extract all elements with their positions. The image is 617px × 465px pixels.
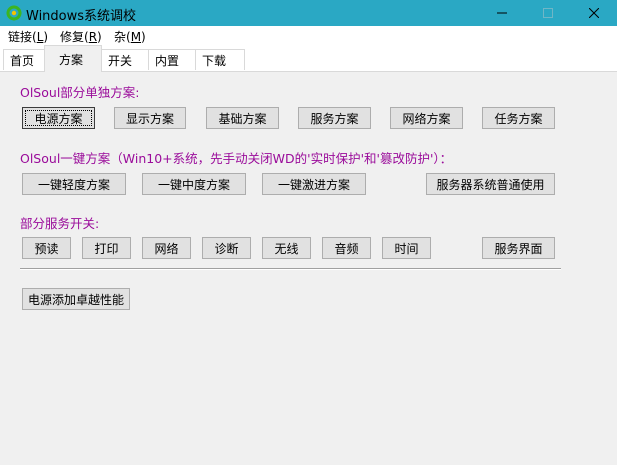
time-button[interactable]: 时间	[382, 237, 431, 259]
network-button[interactable]: 网络	[142, 237, 191, 259]
audio-label: 音频	[334, 241, 359, 256]
app-window: Windows系统调校 链接(L) 修复(R) 杂(M) 首页 方案 开关 内置…	[0, 0, 617, 465]
wireless-button[interactable]: 无线	[262, 237, 311, 259]
menu-links-tail: )	[43, 30, 49, 44]
menu-links-label: 链接(	[8, 30, 37, 44]
minimize-button[interactable]	[479, 0, 525, 26]
minimize-icon	[497, 12, 507, 14]
window-title: Windows系统调校	[26, 9, 137, 24]
onekey-medium-button[interactable]: 一键中度方案	[142, 173, 246, 195]
onekey-aggressive-label: 一键激进方案	[277, 177, 350, 192]
network-scheme-label: 网络方案	[402, 111, 451, 126]
menu-misc-accel: M	[130, 30, 142, 44]
time-label: 时间	[394, 241, 419, 256]
wireless-label: 无线	[274, 241, 299, 256]
menu-repair-accel: R	[88, 30, 98, 44]
app-logo-icon	[6, 5, 22, 21]
menu-repair[interactable]: 修复(R)	[60, 28, 102, 45]
diagnostics-button[interactable]: 诊断	[202, 237, 251, 259]
single-schemes-heading: OlSoul部分单独方案:	[20, 85, 140, 100]
menu-misc[interactable]: 杂(M)	[114, 28, 146, 45]
tab-switches-label: 开关	[108, 53, 133, 68]
ultimate-performance-button[interactable]: 电源添加卓越性能	[22, 288, 130, 310]
tab-home-label: 首页	[10, 53, 35, 68]
tab-switches[interactable]: 开关	[101, 49, 149, 70]
power-scheme-button[interactable]: 电源方案	[22, 107, 95, 129]
tab-builtin[interactable]: 内置	[148, 49, 196, 70]
display-scheme-button[interactable]: 显示方案	[114, 107, 186, 129]
close-button[interactable]	[571, 0, 617, 26]
network-label: 网络	[154, 241, 179, 256]
diagnostics-label: 诊断	[214, 241, 239, 256]
onekey-medium-label: 一键中度方案	[157, 177, 230, 192]
onekey-aggressive-button[interactable]: 一键激进方案	[262, 173, 366, 195]
print-label: 打印	[94, 241, 119, 256]
service-scheme-button[interactable]: 服务方案	[298, 107, 371, 129]
display-scheme-label: 显示方案	[125, 111, 174, 126]
service-switches-heading: 部分服务开关:	[20, 216, 100, 231]
menu-bar: 链接(L) 修复(R) 杂(M)	[0, 26, 617, 45]
server-normal-use-button[interactable]: 服务器系统普通使用	[426, 173, 555, 195]
menu-links[interactable]: 链接(L)	[8, 28, 48, 45]
tab-schemes[interactable]: 方案	[44, 45, 102, 72]
tab-builtin-label: 内置	[155, 53, 180, 68]
print-button[interactable]: 打印	[82, 237, 131, 259]
server-normal-use-label: 服务器系统普通使用	[436, 177, 545, 192]
onekey-light-button[interactable]: 一键轻度方案	[22, 173, 126, 195]
basic-scheme-label: 基础方案	[218, 111, 267, 126]
task-scheme-button[interactable]: 任务方案	[482, 107, 555, 129]
menu-misc-label: 杂(	[114, 30, 131, 44]
audio-button[interactable]: 音频	[322, 237, 371, 259]
service-scheme-label: 服务方案	[310, 111, 359, 126]
ultimate-performance-label: 电源添加卓越性能	[27, 292, 124, 307]
onekey-schemes-heading: OlSoul一键方案（Win10+系统，先手动关闭WD的'实时保护'和'篡改防护…	[20, 151, 453, 166]
tab-downloads[interactable]: 下载	[195, 49, 245, 70]
close-icon	[589, 8, 599, 18]
services-console-button[interactable]: 服务界面	[482, 237, 555, 259]
prefetch-label: 预读	[34, 241, 59, 256]
tab-home[interactable]: 首页	[3, 49, 45, 70]
task-scheme-label: 任务方案	[494, 111, 543, 126]
menu-misc-tail: )	[141, 30, 146, 44]
menu-repair-label: 修复(	[60, 30, 89, 44]
tab-downloads-label: 下载	[202, 53, 227, 68]
onekey-light-label: 一键轻度方案	[37, 177, 110, 192]
basic-scheme-button[interactable]: 基础方案	[206, 107, 279, 129]
maximize-icon	[543, 8, 553, 18]
section-separator	[20, 268, 561, 270]
menu-repair-tail: )	[97, 30, 102, 44]
prefetch-button[interactable]: 预读	[22, 237, 71, 259]
tab-schemes-label: 方案	[59, 52, 84, 67]
network-scheme-button[interactable]: 网络方案	[390, 107, 463, 129]
title-bar[interactable]: Windows系统调校	[0, 0, 617, 26]
maximize-button[interactable]	[525, 0, 571, 26]
services-console-label: 服务界面	[494, 241, 543, 256]
focus-rect	[25, 110, 92, 126]
